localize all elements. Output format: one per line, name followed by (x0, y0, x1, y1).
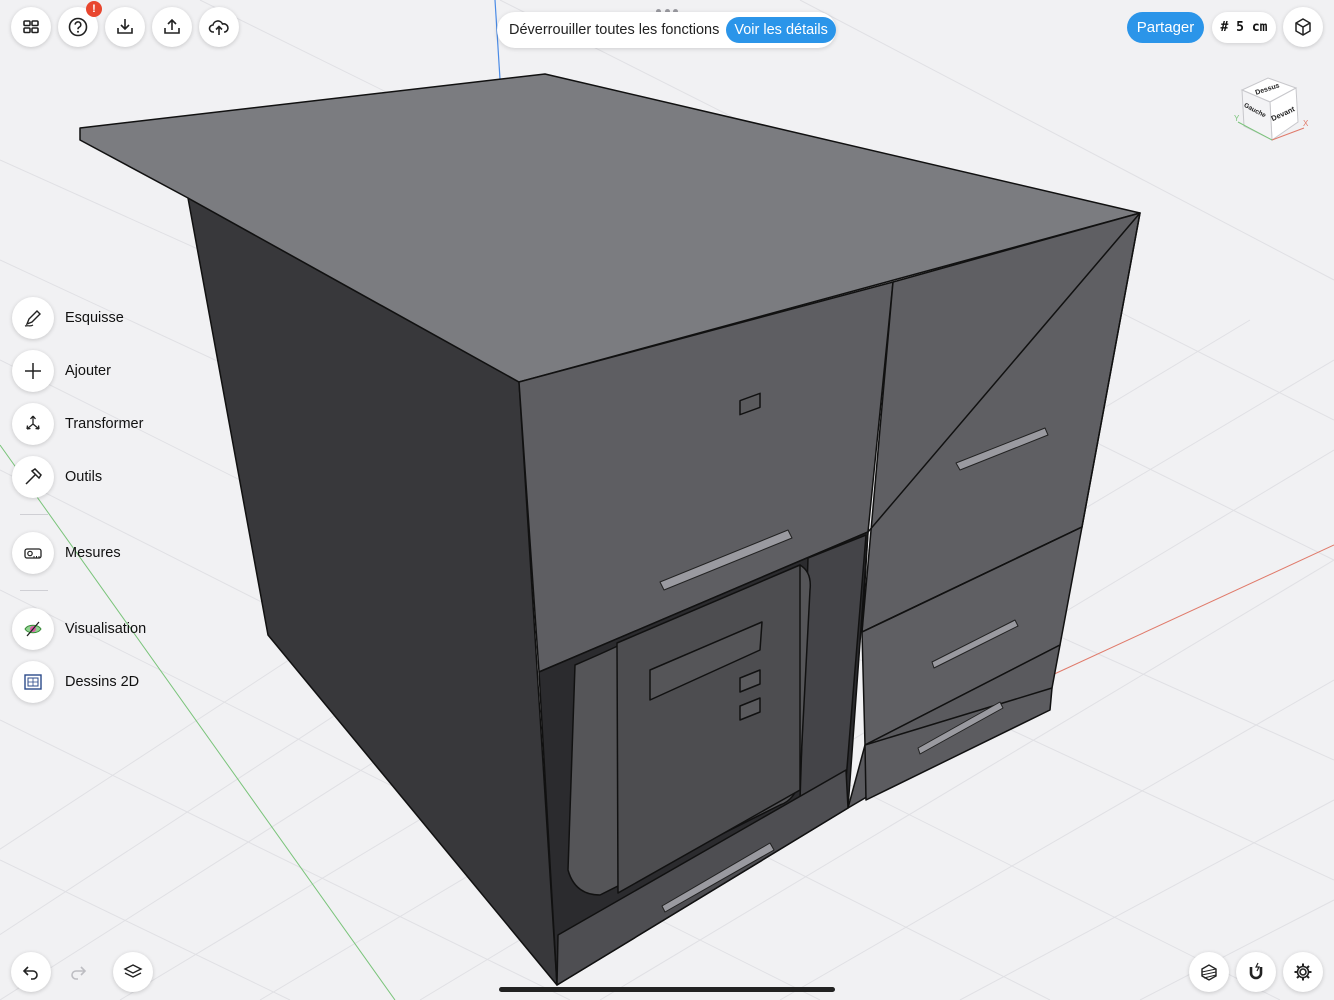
sketch-button[interactable] (12, 297, 54, 339)
help-icon (68, 17, 88, 37)
sidebar-item-sketch[interactable]: Esquisse (12, 297, 124, 339)
magnet-icon (1249, 962, 1263, 980)
sidebar-item-label: Dessins 2D (65, 674, 140, 690)
undo-icon (22, 966, 38, 980)
sidebar-item-tools[interactable]: Outils (12, 456, 102, 498)
axis-x-label: X (1303, 119, 1309, 128)
sidebar-item-measures[interactable]: Mesures (12, 532, 121, 574)
help-button[interactable]: ! (58, 1, 102, 47)
apps-grid-icon (23, 20, 39, 34)
cloud-upload-icon (208, 20, 229, 35)
view-mode-button[interactable] (1283, 7, 1323, 47)
2d-drawings-button[interactable] (12, 661, 54, 703)
snap-button[interactable] (1236, 952, 1276, 992)
grid-size-button[interactable]: # 5 cm (1212, 12, 1276, 43)
import-button[interactable] (105, 7, 145, 47)
notification-badge: ! (86, 1, 102, 17)
viewport-3d[interactable] (0, 0, 1334, 1000)
gear-icon (1294, 963, 1312, 981)
view-details-button[interactable]: Voir les détails (726, 17, 836, 43)
pencil-icon (24, 310, 41, 327)
sidebar-item-label: Mesures (65, 545, 121, 561)
perspective-cube-icon (1295, 18, 1311, 36)
sidebar-item-label: Visualisation (65, 621, 147, 637)
upgrade-banner: Déverrouiller toutes les fonctions Voir … (497, 12, 836, 48)
home-indicator[interactable] (499, 987, 835, 992)
transform-button[interactable] (12, 403, 54, 445)
sidebar-item-visualization[interactable]: Visualisation (12, 608, 146, 650)
redo-button[interactable] (58, 952, 98, 992)
add-button[interactable] (12, 350, 54, 392)
section-view-button[interactable] (1189, 952, 1229, 992)
tools-button[interactable] (12, 456, 54, 498)
upgrade-banner-text: Déverrouiller toutes les fonctions (509, 22, 720, 38)
cloud-upload-button[interactable] (199, 7, 239, 47)
view-cube[interactable]: Dessus Devant Gauche X Y (1230, 74, 1310, 148)
hammer-icon (25, 468, 42, 485)
sidebar-divider (20, 590, 48, 591)
sidebar-item-label: Transformer (65, 416, 144, 432)
share-button[interactable]: Partager (1127, 12, 1204, 43)
export-button[interactable] (152, 7, 192, 47)
sidebar-item-label: Ajouter (65, 363, 111, 379)
upload-icon (164, 18, 180, 34)
measures-button[interactable] (12, 532, 54, 574)
grid-menu-button[interactable] (11, 7, 51, 47)
section-cube-icon (1201, 964, 1217, 981)
plus-icon (25, 363, 41, 379)
redo-icon (71, 966, 87, 980)
settings-button[interactable] (1283, 952, 1323, 992)
drawing-2d-icon (24, 674, 42, 690)
layers-button[interactable] (113, 952, 153, 992)
transform-icon (26, 415, 40, 430)
undo-button[interactable] (11, 952, 51, 992)
layers-icon (123, 964, 143, 978)
sidebar-item-label: Esquisse (65, 310, 124, 326)
sidebar-divider (20, 514, 48, 515)
sidebar-item-transform[interactable]: Transformer (12, 403, 143, 445)
visualization-icon (24, 621, 42, 637)
download-icon (117, 19, 133, 34)
axis-y-label: Y (1234, 114, 1240, 123)
visualization-button[interactable] (12, 608, 54, 650)
sidebar-item-add[interactable]: Ajouter (12, 350, 111, 392)
tape-measure-icon (24, 548, 42, 559)
sidebar-item-label: Outils (65, 469, 103, 485)
sidebar-item-2d-drawings[interactable]: Dessins 2D (12, 661, 139, 703)
